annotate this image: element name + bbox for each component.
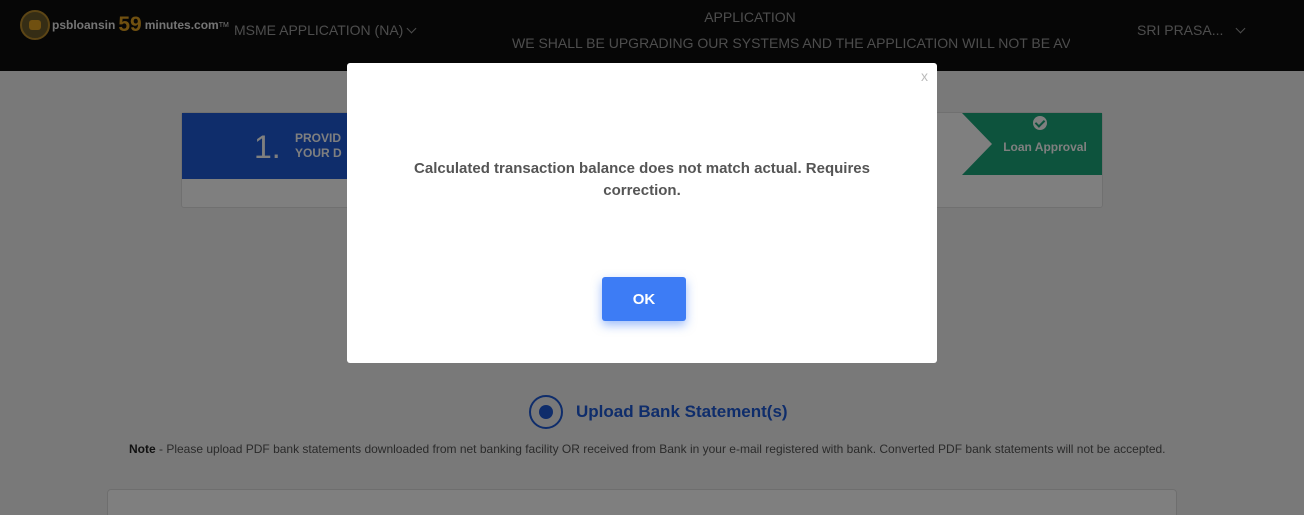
alert-dialog: x Calculated transaction balance does no… (347, 63, 937, 363)
ok-button[interactable]: OK (602, 277, 686, 321)
close-icon[interactable]: x (921, 68, 928, 84)
alert-message: Calculated transaction balance does not … (414, 160, 870, 199)
